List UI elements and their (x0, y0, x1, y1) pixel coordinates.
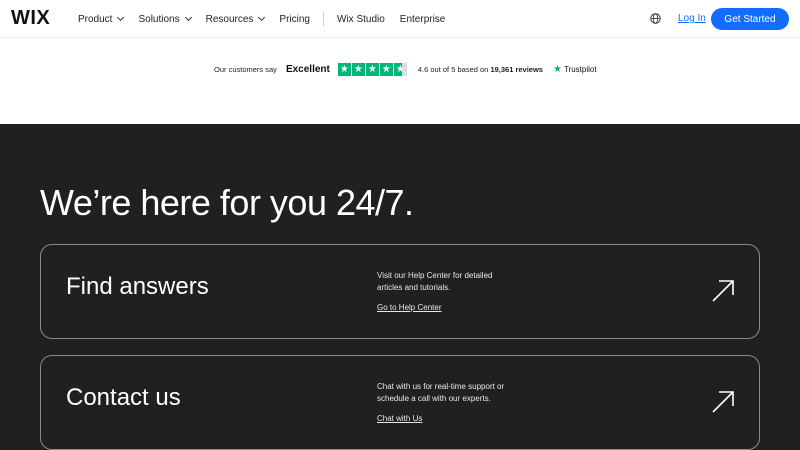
trustpilot-star-icon: ★ (552, 63, 562, 75)
nav-item-solutions[interactable]: Solutions (138, 13, 192, 25)
chevron-down-icon (117, 13, 125, 22)
wix-logo[interactable]: WIX (11, 7, 50, 30)
get-started-button[interactable]: Get Started (711, 8, 789, 30)
rating-summary: 4.6 out of 5 based on 19,361 reviews (418, 65, 543, 74)
nav-item-label: Product (78, 13, 113, 25)
star-icon: ★ (351, 62, 365, 76)
login-link[interactable]: Log In (678, 13, 706, 24)
star-icon: ★ (337, 62, 351, 76)
star-icon: ★ (379, 62, 393, 76)
nav-item-label: Pricing (279, 13, 310, 25)
review-count: 19,361 reviews (490, 64, 543, 74)
rating-stars: ★ ★ ★ ★ ★ (337, 62, 408, 76)
chevron-down-icon (258, 13, 266, 22)
help-center-link[interactable]: Go to Help Center (377, 303, 441, 312)
nav-item-label: Resources (205, 13, 254, 25)
nav-item-label: Enterprise (399, 13, 446, 25)
star-partial-icon: ★ (393, 62, 407, 76)
support-section: We’re here for you 24/7. Find answers Vi… (0, 124, 800, 450)
card-description: Visit our Help Center for detailed artic… (377, 271, 493, 292)
trustpilot-logo: ★ Trustpilot (553, 64, 597, 75)
globe-icon[interactable] (650, 13, 661, 24)
support-headline: We’re here for you 24/7. (40, 182, 414, 223)
site-header: WIX Product Solutions Resources Pricing … (0, 0, 800, 38)
card-title: Contact us (66, 384, 181, 411)
rating-word: Excellent (285, 63, 330, 75)
customers-say-text: Our customers say (214, 64, 277, 74)
score-text: 4.6 out of 5 based on (417, 64, 489, 74)
nav-item-pricing[interactable]: Pricing (279, 14, 310, 25)
arrow-up-right-icon[interactable] (711, 279, 735, 303)
arrow-up-right-icon[interactable] (711, 390, 735, 414)
nav-item-label: Wix Studio (337, 13, 385, 25)
nav-item-label: Solutions (138, 13, 180, 25)
nav-item-product[interactable]: Product (78, 13, 125, 25)
chevron-down-icon (184, 13, 192, 22)
chat-with-us-link[interactable]: Chat with Us (377, 414, 422, 423)
main-nav: Product Solutions Resources Pricing Wix … (78, 12, 460, 26)
nav-item-enterprise[interactable]: Enterprise (400, 14, 446, 25)
nav-divider (323, 12, 324, 26)
card-description: Chat with us for real-time support or sc… (377, 382, 505, 403)
trustpilot-banner: Our customers say Excellent ★ ★ ★ ★ ★ 4.… (0, 38, 800, 124)
find-answers-card[interactable]: Find answers Visit our Help Center for d… (40, 244, 760, 339)
nav-item-resources[interactable]: Resources (205, 13, 266, 25)
contact-us-card[interactable]: Contact us Chat with us for real-time su… (40, 355, 760, 450)
trustpilot-widget[interactable]: Our customers say Excellent ★ ★ ★ ★ ★ 4.… (214, 62, 597, 76)
nav-item-wix-studio[interactable]: Wix Studio (337, 14, 385, 25)
star-icon: ★ (365, 62, 379, 76)
card-title: Find answers (66, 273, 209, 300)
trustpilot-brand-text: Trustpilot (563, 64, 597, 74)
